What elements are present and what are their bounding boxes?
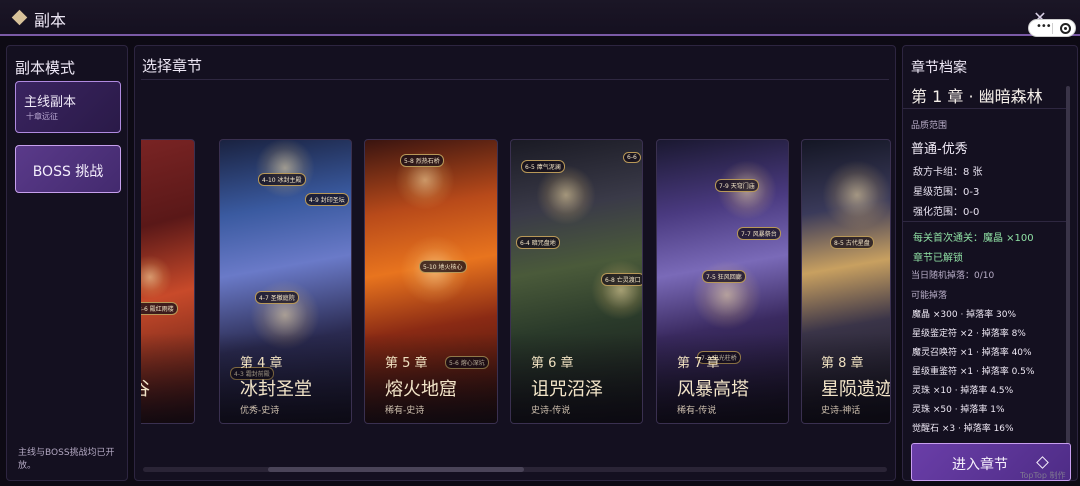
stage-node[interactable]: 5-8 烈热石桥 (400, 154, 444, 167)
stage-node[interactable]: 7-9 天穹门庙 (715, 179, 759, 192)
first-clear-reward: 每关首次通关：魔晶 ×100 (913, 233, 1034, 244)
chapter-name: 谷 (141, 375, 150, 401)
stat-star-range: 星级范围：0-3 (913, 187, 980, 198)
chapter-card-5[interactable]: 5-8 烈热石桥 5-10 地火核心 5-6 熔心深坑 第 5 章 熔火地窟 稀… (364, 139, 498, 424)
enter-chapter-label: 进入章节 (952, 457, 1008, 473)
stage-node[interactable]: 6-6 (623, 152, 641, 163)
stage-node[interactable]: 7-7 风暴祭台 (737, 227, 781, 240)
main-mode-subtitle: 十章远征 (26, 112, 58, 121)
chapter-name: 诅咒沼泽 (531, 379, 603, 400)
stage-node[interactable]: 6-8 亡灵渡口 (601, 273, 642, 286)
chapter-select-panel: 选择章节 3-6 殿红雨楼 谷 4-10 冰封主殿 4-9 封印圣坛 4-7 圣… (134, 45, 896, 481)
chapter-number: 第 5 章 (385, 356, 428, 371)
chapter-name: 星陨遗迹 (821, 379, 891, 400)
drops-label: 可能掉落 (911, 291, 948, 301)
drop-item: 灵珠 ×50 · 掉落率 1% (912, 405, 1005, 415)
stat-enhance-range: 强化范围：0-0 (913, 207, 980, 218)
chapter-select-heading: 选择章节 (142, 57, 203, 75)
quality-value: 普通-优秀 (911, 142, 968, 157)
stage-node[interactable]: 5-10 地火核心 (419, 260, 467, 273)
drop-item: 星级鉴定符 ×2 · 掉落率 8% (912, 329, 1026, 339)
chapter-rarity: 稀有-传说 (677, 406, 717, 416)
boss-challenge-button[interactable]: BOSS 挑战 (15, 145, 121, 193)
diamond-icon (1036, 456, 1049, 469)
boss-button-label: BOSS 挑战 (32, 164, 104, 180)
chapter-number: 第 4 章 (240, 356, 283, 371)
chapter-rarity: 稀有-史诗 (385, 406, 425, 416)
window-title: 副本 (34, 11, 67, 30)
chapter-rarity: 优秀-史诗 (240, 406, 280, 416)
stage-node[interactable]: 3-6 殿红雨楼 (141, 302, 178, 315)
drop-item: 魔灵召唤符 ×1 · 掉落率 40% (912, 348, 1032, 358)
daily-drop-count: 当日随机掉落：0/10 (911, 271, 995, 281)
info-scrollbar[interactable] (1066, 86, 1070, 478)
chapter-name: 风暴高塔 (677, 379, 749, 400)
chapter-card-3[interactable]: 3-6 殿红雨楼 谷 (141, 139, 195, 424)
chapter-info-panel: 章节档案 第 1 章 · 幽暗森林 品质范围 普通-优秀 敌方卡组：8 张 星级… (902, 45, 1078, 481)
stage-node[interactable]: 4-10 冰封主殿 (258, 173, 306, 186)
chapter-number: 第 7 章 (677, 356, 720, 371)
main-mode-title: 主线副本 (24, 95, 77, 110)
mode-note: 主线与BOSS挑战均已开放。 (18, 448, 115, 471)
target-close-icon[interactable] (1060, 23, 1071, 34)
chapter-number: 第 6 章 (531, 356, 574, 371)
stage-node[interactable]: 6-5 瘴气泥澜 (521, 160, 565, 173)
carousel-scrollbar[interactable] (143, 467, 887, 472)
title-bar: 副本 ✕ (0, 0, 1080, 36)
unlocked-status: 章节已解锁 (913, 253, 963, 264)
chapter-info-heading: 章节档案 (911, 60, 967, 76)
chapter-rarity: 史诗-神话 (821, 406, 861, 416)
drop-item: 星级重鉴符 ×1 · 掉落率 0.5% (912, 367, 1035, 377)
drop-item: 灵珠 ×10 · 掉落率 4.5% (912, 386, 1014, 396)
watermark: TopTop 制作 (1020, 471, 1066, 480)
stat-deck: 敌方卡组：8 张 (913, 167, 983, 178)
stage-node[interactable]: 4-7 圣徽庭院 (255, 291, 299, 304)
carousel-scroll-thumb[interactable] (268, 467, 524, 472)
mode-panel: 副本模式 主线副本 十章远征 BOSS 挑战 主线与BOSS挑战均已开放。 (6, 45, 128, 481)
chapter-card-8[interactable]: 8-5 古代星盘 第 8 章 星陨遗迹 史诗-神话 (801, 139, 891, 424)
chapter-rarity: 史诗-传说 (531, 406, 571, 416)
diamond-icon (11, 9, 28, 26)
chapter-card-4[interactable]: 4-10 冰封主殿 4-9 封印圣坛 4-7 圣徽庭院 4-3 霜封前殿 第 4… (219, 139, 352, 424)
stage-node[interactable]: 4-9 封印圣坛 (305, 193, 349, 206)
stage-node[interactable]: 5-6 熔心深坑 (445, 356, 489, 369)
mode-heading: 副本模式 (15, 59, 76, 77)
chapter-carousel[interactable]: 3-6 殿红雨楼 谷 4-10 冰封主殿 4-9 封印圣坛 4-7 圣徽庭院 4… (141, 139, 891, 425)
stage-node[interactable]: 8-5 古代星盘 (830, 236, 874, 249)
quality-label: 品质范围 (911, 121, 948, 131)
selected-chapter-title: 第 1 章 · 幽暗森林 (911, 87, 1043, 106)
chapter-card-6[interactable]: 6-5 瘴气泥澜 6-6 6-4 暗咒盘地 6-8 亡灵渡口 第 6 章 诅咒沼… (510, 139, 643, 424)
chapter-name: 熔火地窟 (385, 379, 457, 400)
stage-node[interactable]: 7-5 狂风回廊 (702, 270, 746, 283)
drop-item: 觉醒石 ×3 · 掉落率 16% (912, 424, 1014, 434)
chapter-card-7[interactable]: 7-9 天穹门庙 7-7 风暴祭台 7-5 狂风回廊 7-2 电光柱桥 第 7 … (656, 139, 789, 424)
more-dots-icon[interactable]: ••• (1036, 21, 1052, 32)
main-mode-card[interactable]: 主线副本 十章远征 (15, 81, 121, 133)
stage-node[interactable]: 6-4 暗咒盘地 (516, 236, 560, 249)
mini-program-capsule[interactable]: ••• (1028, 19, 1076, 37)
chapter-number: 第 8 章 (821, 356, 864, 371)
drop-item: 魔晶 ×300 · 掉落率 30% (912, 310, 1017, 320)
chapter-name: 冰封圣堂 (240, 379, 312, 400)
